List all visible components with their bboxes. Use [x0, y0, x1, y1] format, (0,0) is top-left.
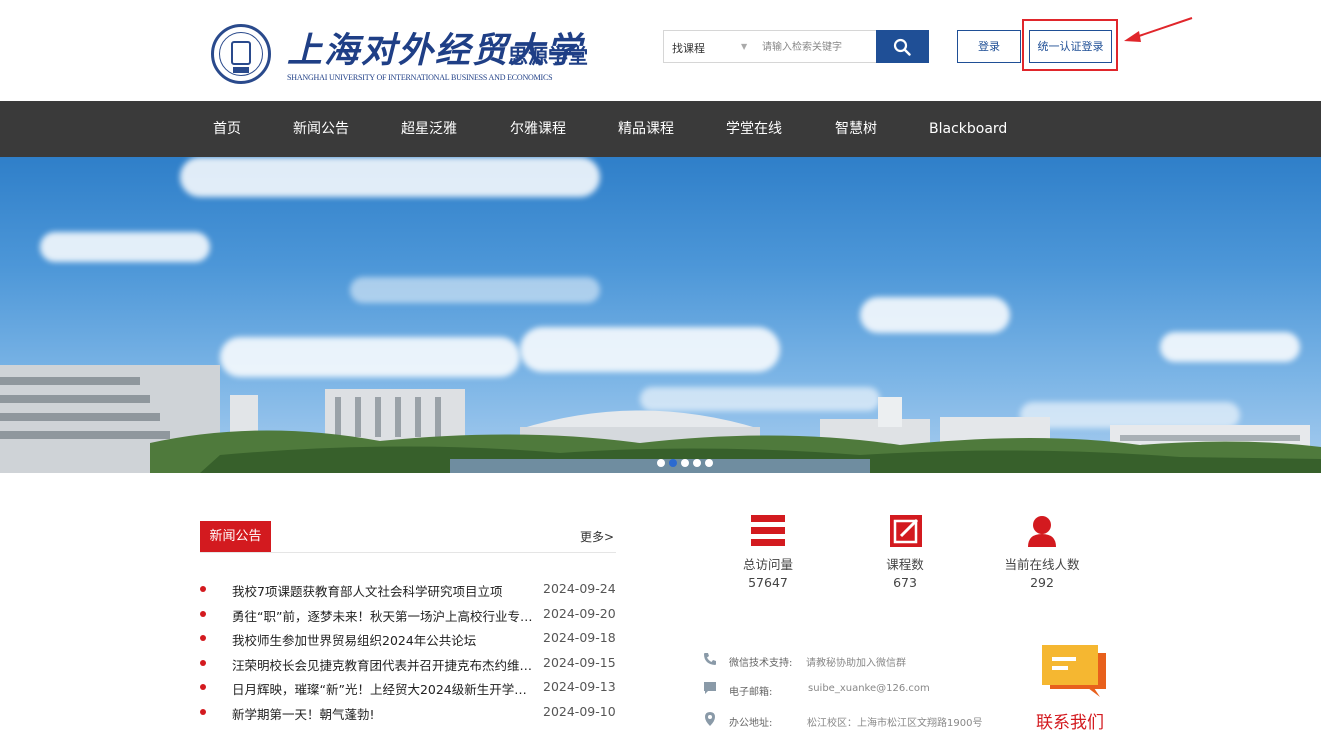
phone-icon	[704, 653, 716, 665]
main-nav: 首页 新闻公告 超星泛雅 尔雅课程 精品课程 学堂在线 智慧树 Blackboa…	[0, 101, 1321, 157]
university-seal-logo[interactable]	[211, 24, 271, 84]
contact-us-title[interactable]: 联系我们	[1036, 708, 1104, 733]
news-date: 2024-09-18	[543, 630, 616, 645]
brand-name-en: SHANGHAI UNIVERSITY OF INTERNATIONAL BUS…	[287, 73, 553, 82]
news-item[interactable]: 新学期第一天！朝气蓬勃! 2024-09-10	[200, 702, 620, 727]
search-button[interactable]	[876, 30, 929, 63]
carousel-dot[interactable]	[657, 459, 665, 467]
search-type-select[interactable]: 找课程	[672, 40, 705, 56]
bullet-icon	[200, 586, 206, 592]
edit-icon	[890, 515, 922, 547]
nav-item-news[interactable]: 新闻公告	[293, 101, 349, 157]
user-icon	[1028, 516, 1056, 547]
news-date: 2024-09-20	[543, 605, 616, 621]
news-section-tag[interactable]: 新闻公告	[200, 521, 271, 553]
bullet-icon	[200, 708, 206, 715]
nav-item-xuetangx[interactable]: 学堂在线	[726, 101, 782, 157]
stat-value: 292	[1030, 575, 1054, 590]
chat-bubble-icon[interactable]	[1036, 643, 1108, 699]
news-title[interactable]: 日月辉映，璀璨“新”光！上经贸大2024级新生开学典礼隆重举行	[232, 679, 534, 698]
nav-item-zhihuishu[interactable]: 智慧树	[835, 101, 877, 157]
cloud	[350, 277, 600, 303]
carousel-dot[interactable]	[705, 459, 713, 467]
chevron-down-icon[interactable]: ▼	[741, 42, 747, 51]
bullet-icon	[200, 684, 206, 690]
news-item[interactable]: 勇往“职”前，逐梦未来！秋天第一场沪上高校行业专场招聘会在我校举行 2024-0…	[200, 604, 620, 629]
seal-gate-icon	[231, 41, 251, 65]
carousel-dot-active[interactable]	[669, 459, 677, 467]
carousel-dot[interactable]	[693, 459, 701, 467]
stat-value: 57647	[748, 575, 788, 590]
search-bar: 找课程 ▼	[663, 30, 929, 63]
news-date: 2024-09-13	[543, 679, 616, 694]
news-item[interactable]: 日月辉映，璀璨“新”光！上经贸大2024级新生开学典礼隆重举行 2024-09-…	[200, 677, 620, 702]
news-date: 2024-09-15	[543, 654, 616, 670]
stat-course-count: 课程数 673	[850, 513, 960, 590]
contact-value: 请教秘协助加入微信群	[806, 658, 906, 669]
message-icon	[704, 682, 716, 694]
news-date: 2024-09-10	[543, 703, 616, 719]
contact-value: 松江校区：上海市松江区文翔路1900号	[807, 718, 983, 729]
news-more-link[interactable]: 更多>	[580, 528, 614, 545]
contact-key: 办公地址:	[729, 718, 773, 729]
bullet-icon	[200, 635, 206, 641]
news-title[interactable]: 我校7项课题获教育部人文社会科学研究项目立项	[232, 581, 534, 600]
cloud	[860, 297, 1010, 333]
news-item[interactable]: 我校7项课题获教育部人文社会科学研究项目立项 2024-09-24	[200, 579, 620, 604]
carousel-indicators	[657, 452, 717, 471]
news-item[interactable]: 我校师生参加世界贸易组织2024年公共论坛 2024-09-18	[200, 628, 620, 653]
nav-item-blackboard[interactable]: Blackboard	[929, 101, 1007, 157]
pointer-arrow-icon	[1124, 17, 1193, 42]
menu-lines-icon	[751, 515, 785, 546]
nav-item-home[interactable]: 首页	[213, 101, 241, 157]
news-title[interactable]: 新学期第一天！朝气蓬勃!	[232, 704, 534, 723]
seal-year-plate	[233, 67, 249, 73]
stat-online-users: 当前在线人数 292	[987, 513, 1097, 590]
stat-value: 673	[893, 575, 917, 590]
news-title[interactable]: 我校师生参加世界贸易组织2024年公共论坛	[232, 630, 534, 649]
brand-subtitle: 思源学堂	[508, 44, 588, 68]
news-item[interactable]: 汪荣明校长会见捷克教育团代表并召开捷克布杰约维采大学合作交流会 2024-09-…	[200, 653, 620, 678]
nav-item-chaoxing[interactable]: 超星泛雅	[401, 101, 457, 157]
bullet-icon	[200, 659, 206, 666]
news-list: 我校7项课题获教育部人文社会科学研究项目立项 2024-09-24 勇往“职”前…	[200, 579, 620, 726]
stat-total-visits: 总访问量 57647	[713, 513, 823, 590]
cloud	[180, 157, 600, 197]
nav-item-erya[interactable]: 尔雅课程	[510, 101, 566, 157]
nav-item-quality-courses[interactable]: 精品课程	[618, 101, 674, 157]
cloud	[40, 232, 210, 262]
contact-key: 电子邮箱:	[729, 687, 773, 698]
stat-label: 当前在线人数	[1004, 557, 1080, 572]
sso-login-button[interactable]: 统一认证登录	[1029, 30, 1112, 63]
carousel-dot[interactable]	[681, 459, 689, 467]
news-divider	[200, 552, 616, 553]
search-input[interactable]	[762, 37, 872, 57]
stat-label: 课程数	[886, 557, 924, 572]
hero-banner[interactable]	[0, 157, 1321, 473]
login-button[interactable]: 登录	[957, 30, 1021, 63]
contact-value[interactable]: suibe_xuanke@126.com	[808, 683, 930, 694]
search-icon	[893, 38, 911, 56]
contact-key: 微信技术支持:	[729, 658, 793, 669]
news-title[interactable]: 汪荣明校长会见捷克教育团代表并召开捷克布杰约维采大学合作交流会	[232, 655, 534, 674]
news-title[interactable]: 勇往“职”前，逐梦未来！秋天第一场沪上高校行业专场招聘会在我校举行	[232, 606, 534, 625]
location-icon	[705, 712, 715, 726]
news-date: 2024-09-24	[543, 581, 616, 596]
bullet-icon	[200, 610, 206, 617]
stat-label: 总访问量	[742, 557, 793, 572]
site-header: 上海对外经贸大学 思源学堂 SHANGHAI UNIVERSITY OF INT…	[0, 0, 1321, 101]
